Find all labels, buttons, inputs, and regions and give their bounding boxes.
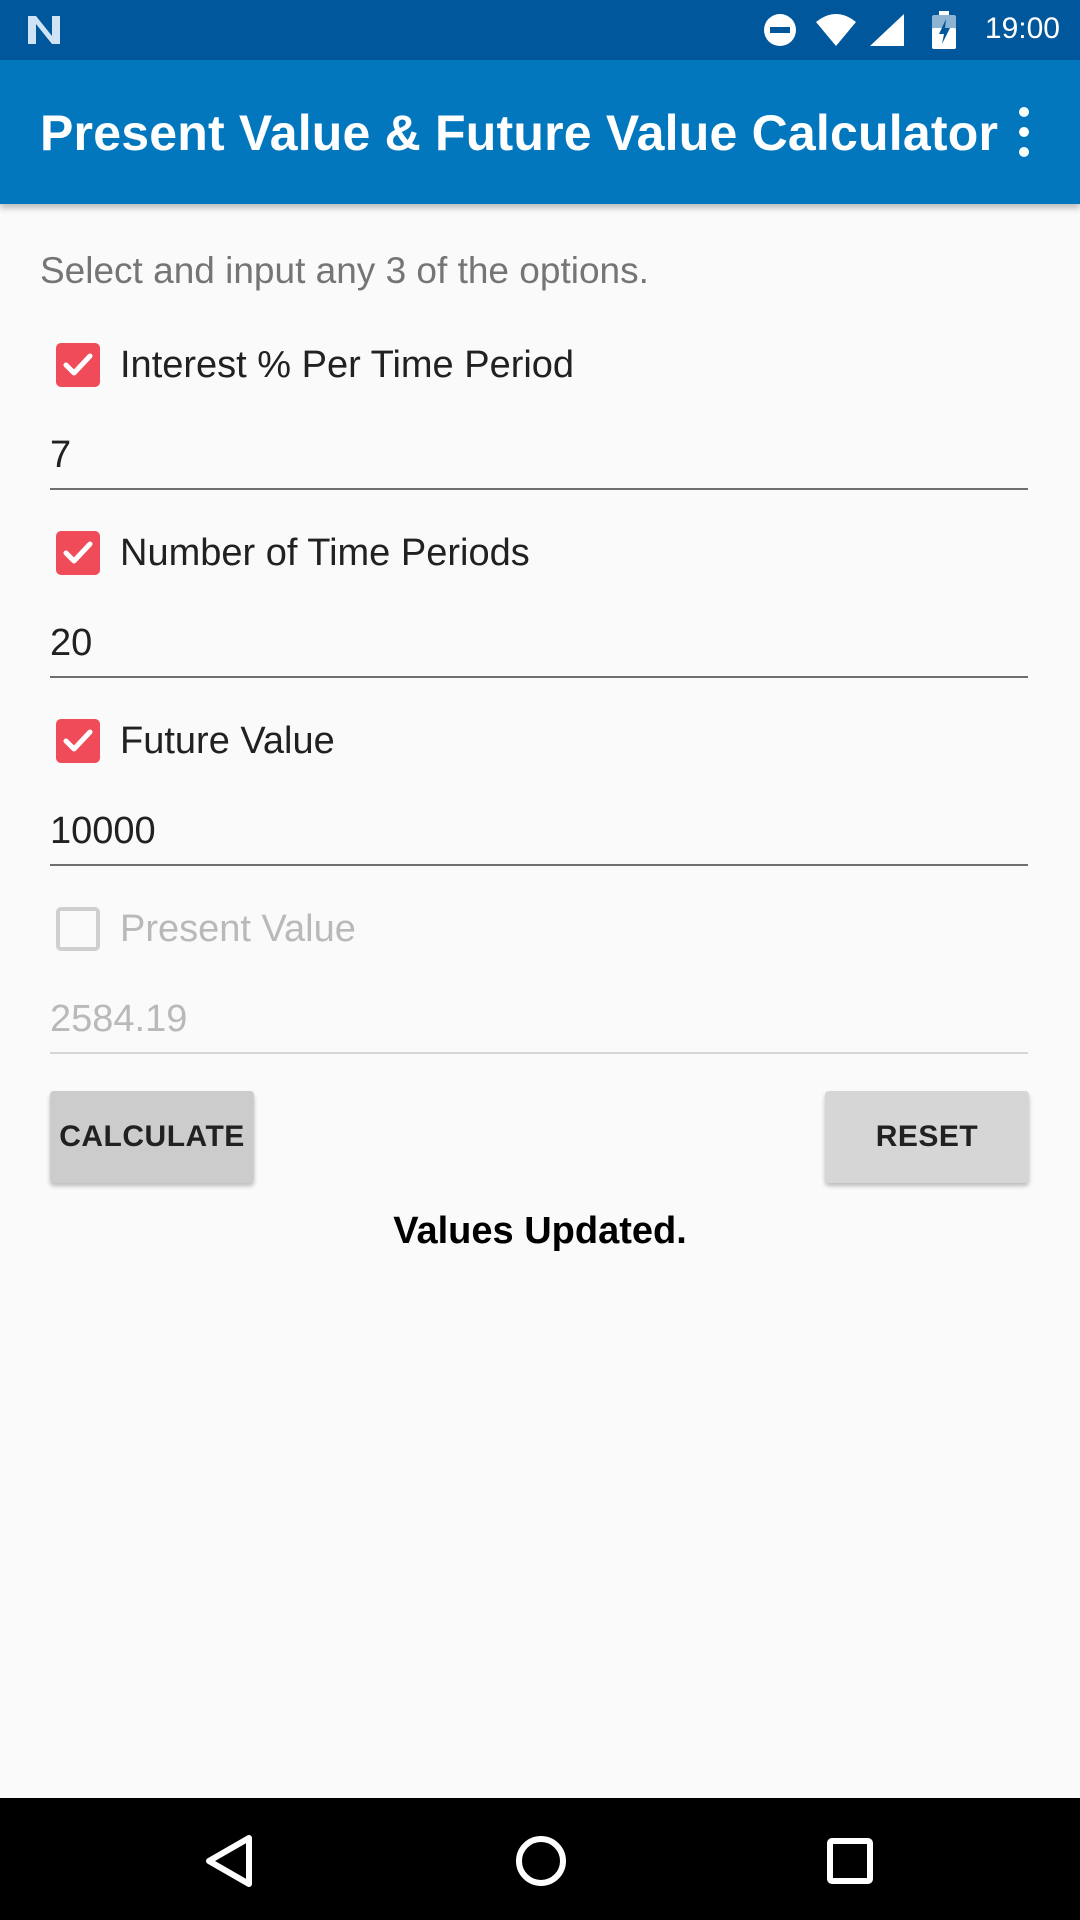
status-time: 19:00 — [984, 12, 1060, 45]
checkbox-future-value[interactable]: Future Value — [56, 711, 335, 771]
back-icon[interactable] — [195, 1828, 265, 1894]
checkbox-label: Future Value — [120, 719, 335, 762]
checkbox-interest[interactable]: Interest % Per Time Period — [56, 335, 574, 395]
app-bar: Present Value & Future Value Calculator — [0, 60, 1080, 204]
future-value-input[interactable]: 10000 — [50, 804, 1028, 866]
checkbox-time-periods[interactable]: Number of Time Periods — [56, 523, 530, 583]
recents-icon[interactable] — [815, 1828, 885, 1894]
n-logo-icon — [28, 16, 60, 44]
instructions-text: Select and input any 3 of the options. — [40, 250, 649, 291]
time-periods-input[interactable]: 20 — [50, 616, 1028, 678]
home-icon[interactable] — [506, 1828, 576, 1894]
checkbox-checked-icon[interactable] — [56, 531, 100, 575]
app-title: Present Value & Future Value Calculator — [40, 105, 999, 161]
checkbox-present-value[interactable]: Present Value — [56, 899, 356, 959]
battery-charging-icon — [932, 11, 956, 49]
cell-signal-icon — [870, 14, 904, 46]
calculate-button[interactable]: CALCULATE — [50, 1091, 254, 1183]
checkbox-label: Present Value — [120, 907, 356, 950]
status-bar: 19:00 — [0, 0, 1080, 60]
interest-input[interactable]: 7 — [50, 428, 1028, 490]
wifi-icon — [816, 14, 856, 46]
reset-button[interactable]: RESET — [825, 1091, 1029, 1183]
checkbox-checked-icon[interactable] — [56, 343, 100, 387]
checkbox-unchecked-icon[interactable] — [56, 907, 100, 951]
do-not-disturb-icon — [764, 14, 796, 46]
status-message: Values Updated. — [393, 1210, 687, 1252]
checkbox-label: Number of Time Periods — [120, 531, 530, 574]
checkbox-checked-icon[interactable] — [56, 719, 100, 763]
navigation-bar — [0, 1798, 1080, 1920]
checkbox-label: Interest % Per Time Period — [120, 343, 575, 386]
present-value-output: 2584.19 — [50, 992, 1028, 1054]
more-vert-icon[interactable] — [1006, 100, 1042, 164]
